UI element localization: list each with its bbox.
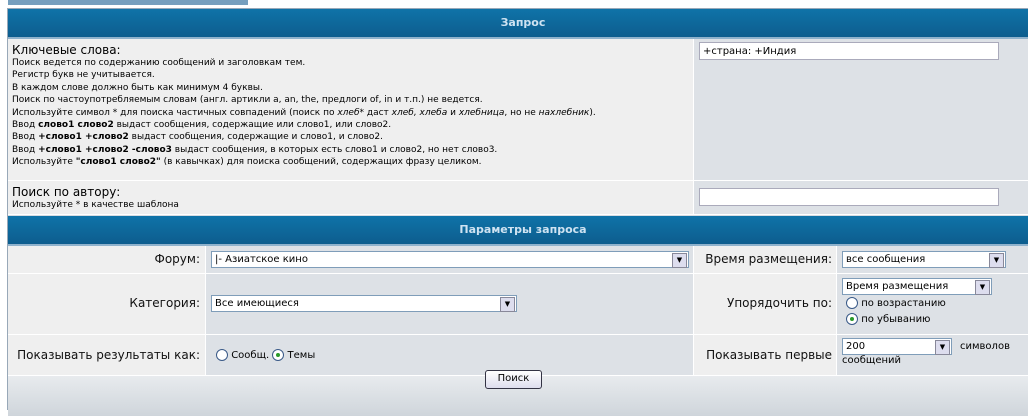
show-label-cell: Показывать результаты как: [8,335,206,376]
time-label: Время размещения: [705,252,832,266]
author-description: Поиск по автору: Используйте * в качеств… [8,181,694,215]
help-line: Используйте "слово1 слово2" (в кавычках)… [12,157,482,168]
help-line: Ввод слово1 слово2 выдаст сообщения, сод… [12,120,392,131]
help-line: Ввод +слово1 +слово2 -слово3 выдаст сооб… [12,144,498,155]
category-label: Категория: [129,296,200,310]
author-input[interactable] [699,188,999,206]
chevron-down-icon: ▼ [975,280,990,295]
first-label-cell: Показывать первые [694,335,837,376]
show-topics-option[interactable]: Темы [272,349,315,361]
sort-asc-option[interactable]: по возрастанию [846,297,946,309]
sort-cell: Время размещения ▼ по возрастанию по убыв… [837,274,1028,335]
category-select[interactable]: Все имеющиеся ▼ [211,295,517,312]
show-posts-option[interactable]: Сообщ. [216,349,269,361]
forum-label: Форум: [154,252,201,266]
author-help: Используйте * в качестве шаблона [12,200,179,210]
forum-label-cell: Форум: [8,246,206,274]
sort-label-cell: Упорядочить по: [694,274,837,335]
sort-label: Упорядочить по: [727,296,832,310]
category-cell: Все имеющиеся ▼ [206,274,694,335]
search-form: Запрос Ключевые слова: Поиск ведется по … [7,8,1028,416]
first-cell: 200 ▼ символов сообщений [837,335,1028,376]
sort-select[interactable]: Время размещения ▼ [842,278,992,295]
query-header: Запрос [8,9,1028,39]
breadcrumb-clipped [8,0,248,5]
chevron-down-icon: ▼ [500,297,515,312]
forum-cell: |- Азиатское кино ▼ [206,246,694,274]
keywords-label: Ключевые слова: [12,43,121,57]
chars-label: символов сообщений [842,341,1010,366]
author-label: Поиск по автору: [12,185,121,199]
time-select[interactable]: все сообщения ▼ [842,251,1006,268]
keywords-help: Поиск ведется по содержанию сообщений и … [12,57,689,169]
radio-asc[interactable] [846,297,858,309]
time-label-cell: Время размещения: [694,246,837,274]
help-line: Поиск по частоупотребляемым словам (англ… [12,95,483,106]
help-line: В каждом слове должно быть как минимум 4… [12,82,263,93]
keywords-cell [694,39,1028,181]
radio-posts[interactable] [216,349,228,361]
radio-topics[interactable] [272,349,285,361]
help-line: Поиск ведется по содержанию сообщений и … [12,58,306,68]
author-cell [694,181,1028,215]
chevron-down-icon: ▼ [989,253,1004,268]
keywords-description: Ключевые слова: Поиск ведется по содержа… [8,39,694,181]
category-label-cell: Категория: [8,274,206,335]
help-line: Используйте символ * для поиска частичны… [12,107,596,118]
first-label: Показывать первые [706,348,832,362]
forum-select[interactable]: |- Азиатское кино ▼ [211,251,689,268]
params-header: Параметры запроса [8,216,1028,246]
help-line: Ввод +слово1 +слово2 выдаст сообщения, с… [12,132,384,143]
chevron-down-icon: ▼ [672,253,687,268]
radio-desc[interactable] [846,313,858,325]
sort-desc-option[interactable]: по убыванию [846,313,930,325]
show-label: Показывать результаты как: [17,348,200,362]
show-cell: Сообщ. Темы [206,335,694,376]
help-line: Регистр букв не учитывается. [12,70,155,81]
keywords-input[interactable] [699,42,999,60]
search-button[interactable]: Поиск [485,370,542,389]
time-cell: все сообщения ▼ [837,246,1028,274]
